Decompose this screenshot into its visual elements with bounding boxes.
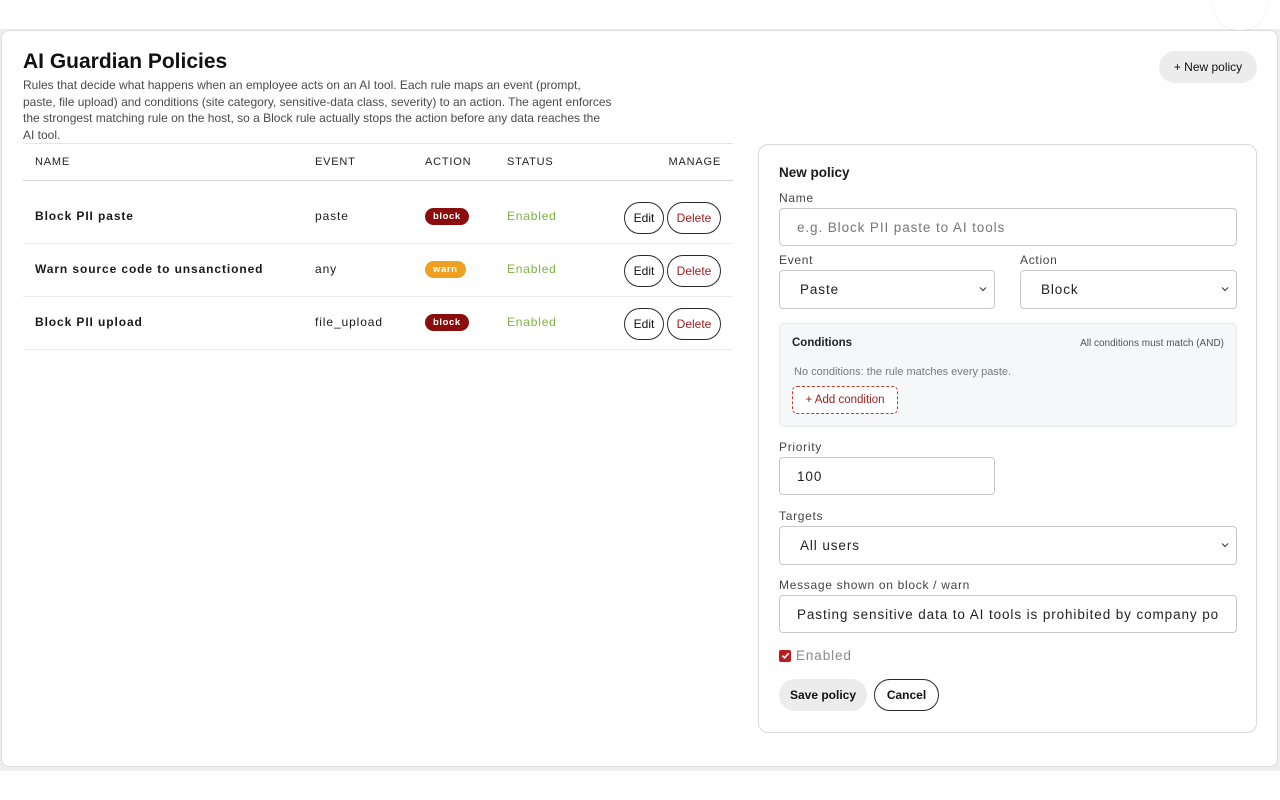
action-select[interactable]: Block: [1020, 270, 1237, 309]
priority-label: Priority: [779, 440, 822, 454]
conditions-box: Conditions All conditions must match (AN…: [779, 323, 1237, 427]
enabled-toggle[interactable]: Enabled: [779, 648, 852, 663]
policy-name: Warn source code to unsanctioned: [35, 262, 264, 276]
message-input[interactable]: [779, 595, 1237, 633]
chevron-down-icon: [979, 287, 987, 292]
top-bar: [0, 0, 1280, 29]
bottom-bar: [0, 771, 1280, 800]
new-policy-button[interactable]: + New policy: [1159, 51, 1257, 83]
delete-button[interactable]: Delete: [667, 255, 721, 287]
cancel-button[interactable]: Cancel: [874, 679, 939, 711]
action-badge: warn: [425, 261, 466, 278]
conditions-empty-text: No conditions: the rule matches every pa…: [794, 366, 1012, 378]
conditions-title: Conditions: [792, 337, 853, 349]
new-policy-form: New policy Name Event Paste Action Block…: [758, 144, 1257, 733]
action-select-value: Block: [1041, 282, 1079, 297]
policy-name: Block PII paste: [35, 209, 134, 223]
chevron-down-icon: [1221, 543, 1229, 548]
column-header-name: NAME: [35, 156, 70, 168]
targets-select[interactable]: All users: [779, 526, 1237, 565]
priority-input[interactable]: [779, 457, 995, 495]
enabled-checkbox[interactable]: [779, 649, 791, 662]
column-header-event: EVENT: [315, 156, 356, 168]
add-condition-button[interactable]: + Add condition: [792, 386, 898, 414]
event-select-value: Paste: [800, 282, 840, 297]
delete-button[interactable]: Delete: [667, 308, 721, 340]
action-badge: block: [425, 314, 469, 331]
table-row: Warn source code to unsanctioned any war…: [23, 244, 733, 297]
form-title: New policy: [779, 165, 850, 180]
policy-name-input[interactable]: [779, 208, 1237, 246]
action-label: Action: [1020, 253, 1058, 267]
edit-button[interactable]: Edit: [624, 202, 664, 234]
table-row: Block PII paste paste block Enabled Edit…: [23, 191, 733, 244]
event-select[interactable]: Paste: [779, 270, 995, 309]
table-row: Block PII upload file_upload block Enabl…: [23, 297, 733, 350]
edit-button[interactable]: Edit: [624, 308, 664, 340]
save-policy-button[interactable]: Save policy: [779, 679, 867, 711]
check-icon: [781, 652, 789, 660]
policies-table: NAME EVENT ACTION STATUS MANAGE Block PI…: [23, 143, 733, 350]
column-header-action: ACTION: [425, 156, 472, 168]
targets-label: Targets: [779, 509, 824, 523]
delete-button[interactable]: Delete: [667, 202, 721, 234]
policy-event: any: [315, 262, 338, 276]
policies-panel: AI Guardian Policies Rules that decide w…: [1, 30, 1278, 767]
status-text: Enabled: [507, 315, 557, 329]
message-label: Message shown on block / warn: [779, 578, 971, 592]
conditions-note: All conditions must match (AND): [1080, 338, 1224, 349]
name-label: Name: [779, 191, 814, 205]
chevron-down-icon: [1221, 287, 1229, 292]
column-header-status: STATUS: [507, 156, 554, 168]
targets-select-value: All users: [800, 538, 860, 553]
enabled-label: Enabled: [796, 648, 852, 663]
event-label: Event: [779, 253, 814, 267]
edit-button[interactable]: Edit: [624, 255, 664, 287]
page-description: Rules that decide what happens when an e…: [23, 78, 612, 142]
action-badge: block: [425, 208, 469, 225]
column-header-manage: MANAGE: [668, 156, 721, 168]
policy-event: file_upload: [315, 315, 383, 329]
status-text: Enabled: [507, 262, 557, 276]
policy-event: paste: [315, 209, 349, 223]
policy-name: Block PII upload: [35, 315, 143, 329]
status-text: Enabled: [507, 209, 557, 223]
page-title: AI Guardian Policies: [23, 50, 228, 73]
table-header: NAME EVENT ACTION STATUS MANAGE: [23, 143, 733, 181]
